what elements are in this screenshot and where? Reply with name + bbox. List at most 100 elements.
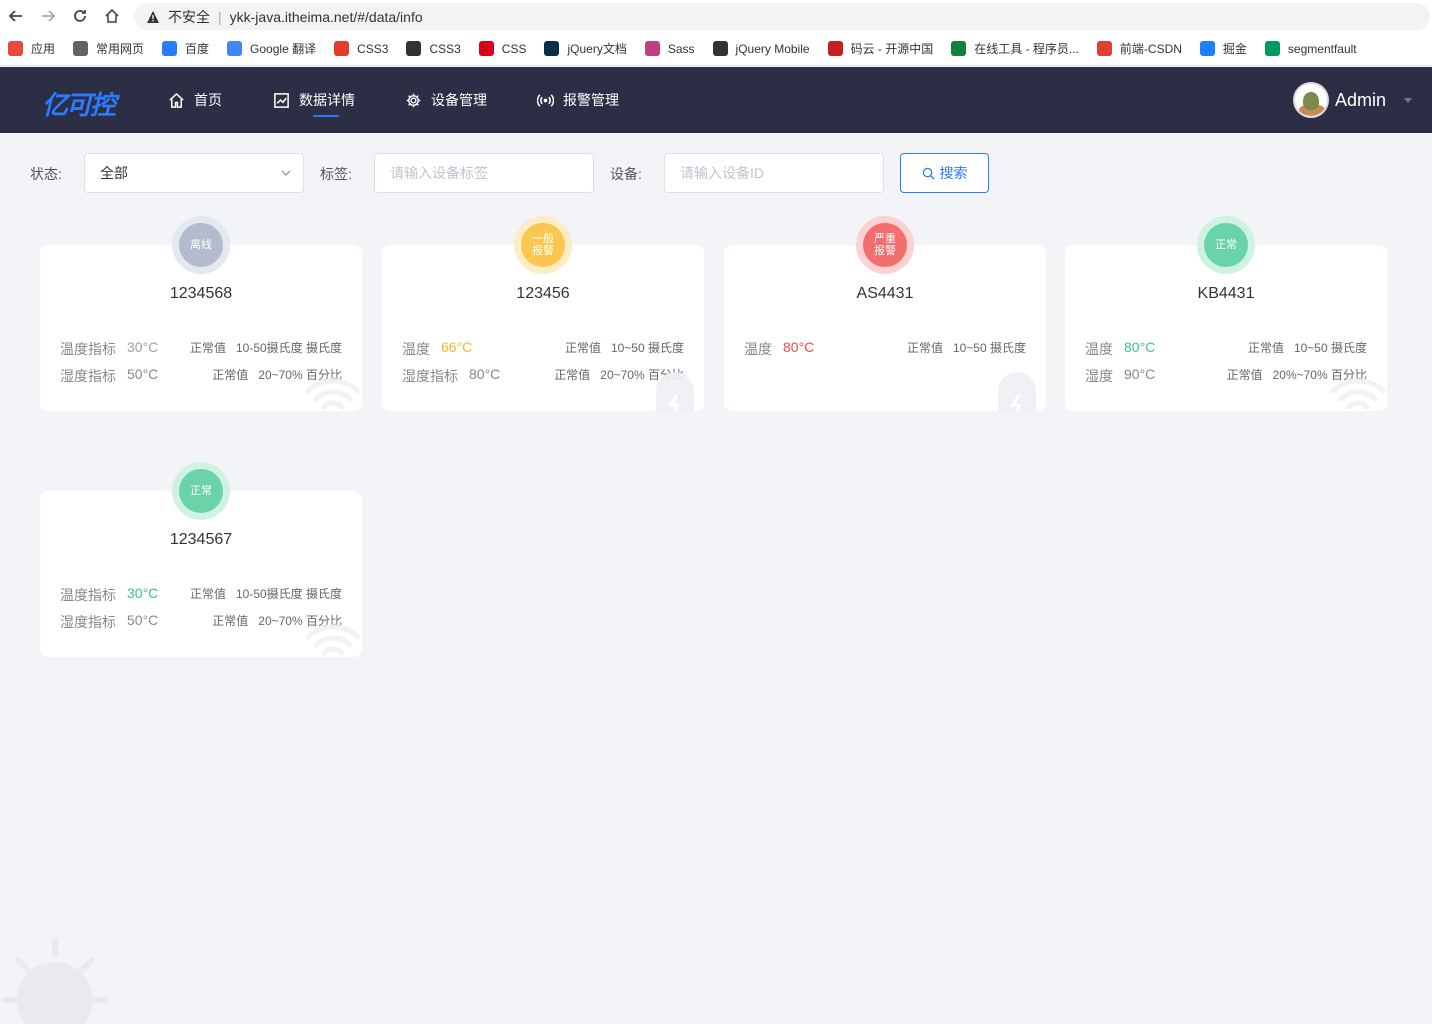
device-id: AS4431: [856, 285, 914, 302]
tag-input[interactable]: [374, 153, 594, 193]
metric-label: 温度: [744, 341, 772, 357]
insecure-label: 不安全: [168, 8, 210, 25]
metric-value: 80°C: [469, 366, 501, 382]
chart-icon: [274, 92, 289, 108]
normal-range-label: 正常值: [212, 368, 249, 382]
normal-range-label: 正常值: [212, 614, 249, 628]
apps-grid-icon: [8, 41, 23, 56]
reload-icon[interactable]: [64, 0, 96, 32]
alarm-watermark-icon: [998, 372, 1036, 411]
status-badge: 严重 报警: [856, 216, 914, 274]
tool-icon: [951, 41, 967, 56]
sass-icon: [644, 41, 660, 56]
broadcast-icon: [537, 93, 554, 107]
bulb-watermark-icon: [2, 937, 108, 1024]
nav-home[interactable]: 首页: [168, 67, 222, 133]
nav-alarm-management-label: 报警管理: [563, 92, 619, 108]
metric-value: 80°C: [1124, 339, 1156, 355]
bookmark-item[interactable]: 掘金: [1199, 40, 1247, 57]
bookmark-item[interactable]: Google 翻译: [227, 40, 316, 57]
status-select-value: 全部: [100, 165, 128, 181]
bookmark-item[interactable]: Sass: [644, 41, 695, 56]
bookmark-label: 前端-CSDN: [1119, 42, 1182, 56]
jquery-icon: [544, 41, 560, 56]
sf-icon: [1264, 41, 1280, 56]
bookmark-label: jQuery文档: [567, 42, 627, 56]
nav-alarm-management[interactable]: 报警管理: [537, 67, 619, 133]
nav-data-detail[interactable]: 数据详情: [273, 67, 355, 133]
back-icon[interactable]: [0, 0, 32, 32]
metric-value: 50°C: [127, 366, 159, 382]
globe-icon: [712, 41, 728, 56]
bookmark-item[interactable]: CSS3: [334, 41, 388, 56]
bookmarks-bar: 应用 常用网页 百度 Google 翻译 CSS3 CSS3 CSS jQuery文档 Sass…: [0, 32, 1432, 66]
nav-home-label: 首页: [194, 92, 222, 108]
bookmark-item[interactable]: 百度: [162, 40, 209, 57]
tag-filter-label: 标签:: [320, 166, 352, 182]
bookmark-item[interactable]: CSS: [478, 41, 527, 56]
user-menu[interactable]: Admin: [1292, 82, 1412, 118]
address-bar[interactable]: 不安全 | ykk-java.itheima.net/#/data/info: [134, 3, 1430, 30]
forward-icon[interactable]: [32, 0, 64, 32]
bookmark-item[interactable]: CSS3: [406, 41, 461, 56]
normal-range-label: 正常值: [189, 341, 226, 355]
metric-label: 温度指标: [60, 587, 116, 603]
globe-icon: [406, 41, 422, 56]
bookmark-item[interactable]: 在线工具 - 程序员...: [951, 40, 1079, 57]
normal-range-label: 正常值: [1226, 368, 1263, 382]
bookmark-item[interactable]: 应用: [8, 40, 55, 57]
bookmark-label: jQuery Mobile: [735, 41, 810, 56]
search-button[interactable]: 搜索: [900, 153, 989, 193]
metric-label: 温度: [402, 341, 430, 357]
chevron-down-icon: [281, 170, 291, 176]
metric-label: 温度: [1085, 341, 1113, 357]
status-filter-label: 状态:: [30, 166, 62, 182]
bookmark-item[interactable]: 码云 - 开源中国: [827, 40, 934, 57]
status-badge-label: 一般 报警: [521, 223, 565, 267]
bookmark-label: CSS: [501, 41, 527, 56]
status-badge: 正常: [172, 462, 230, 520]
logo[interactable]: 亿可控: [42, 85, 116, 122]
bookmark-label: Google 翻译: [250, 42, 317, 56]
status-select[interactable]: 全部: [84, 153, 304, 193]
juejin-icon: [1199, 41, 1215, 56]
nav-data-detail-label: 数据详情: [299, 92, 355, 108]
device-id: 1234567: [169, 531, 233, 548]
device-id: KB4431: [1197, 285, 1255, 302]
wifi-watermark-icon: [305, 624, 361, 656]
metric-label: 温度指标: [60, 341, 116, 357]
bookmark-label: 在线工具 - 程序员...: [974, 42, 1079, 56]
b-logo-icon: [478, 41, 494, 56]
bookmark-label: Sass: [667, 41, 695, 56]
bookmark-item[interactable]: 前端-CSDN: [1096, 40, 1182, 57]
normal-range-label: 正常值: [189, 587, 226, 601]
alarm-watermark-icon: [656, 372, 694, 411]
warning-icon: [147, 10, 159, 23]
home-browser-icon[interactable]: [96, 0, 128, 32]
status-badge: 离线: [172, 216, 230, 274]
bookmark-item[interactable]: jQuery文档: [544, 40, 627, 57]
browser-toolbar: 不安全 | ykk-java.itheima.net/#/data/info: [0, 0, 1432, 32]
bookmark-item[interactable]: 常用网页: [73, 40, 144, 57]
status-badge-label: 离线: [179, 223, 223, 267]
metric-value: 30°C: [127, 585, 159, 601]
metric-label: 湿度: [1085, 368, 1113, 384]
bookmark-item[interactable]: jQuery Mobile: [712, 41, 810, 56]
metric-value: 50°C: [127, 612, 159, 628]
html5-icon: [334, 41, 350, 56]
home-icon: [169, 92, 184, 108]
metric-value: 80°C: [783, 339, 815, 355]
bookmark-label: 百度: [185, 42, 210, 56]
bookmark-label: segmentfault: [1287, 41, 1357, 56]
bookmark-item[interactable]: segmentfault: [1264, 41, 1357, 56]
device-id: 1234568: [169, 285, 233, 302]
device-id-input[interactable]: [664, 153, 884, 193]
status-badge-label: 严重 报警: [863, 223, 907, 267]
user-name: Admin: [1334, 89, 1386, 110]
bookmark-label: 应用: [31, 42, 56, 56]
bookmark-label: 码云 - 开源中国: [850, 42, 934, 56]
metric-value: 66°C: [441, 339, 473, 355]
normal-range-label: 正常值: [906, 341, 943, 355]
metric-value: 90°C: [1124, 366, 1156, 382]
nav-device-management[interactable]: 设备管理: [405, 67, 487, 133]
